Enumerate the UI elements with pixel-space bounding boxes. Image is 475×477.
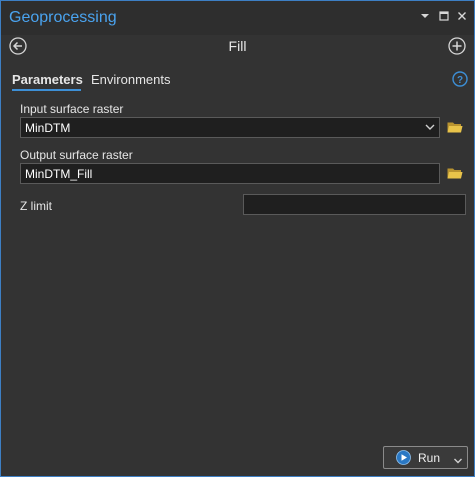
question-mark-icon[interactable]: ? xyxy=(452,71,468,87)
folder-icon[interactable] xyxy=(447,167,463,180)
z-limit-input[interactable] xyxy=(243,194,466,215)
input-surface-raster-value: MinDTM xyxy=(25,121,71,135)
z-limit-label: Z limit xyxy=(20,199,52,213)
svg-text:?: ? xyxy=(457,75,463,86)
title-bar: Geoprocessing xyxy=(1,1,474,35)
input-surface-raster-label: Input surface raster xyxy=(20,102,124,116)
tool-name: Fill xyxy=(228,38,247,54)
active-tab-indicator xyxy=(12,89,81,91)
maximize-icon[interactable] xyxy=(437,9,451,23)
close-icon[interactable] xyxy=(455,9,469,23)
chevron-down-icon[interactable] xyxy=(424,121,436,133)
chevron-down-icon[interactable] xyxy=(453,453,463,464)
output-surface-raster-value: MinDTM_Fill xyxy=(25,167,93,181)
tab-environments[interactable]: Environments xyxy=(91,72,170,87)
run-label: Run xyxy=(418,451,441,465)
pane-title: Geoprocessing xyxy=(9,9,117,26)
chevron-down-icon[interactable] xyxy=(418,9,432,23)
play-icon xyxy=(396,450,411,465)
input-surface-raster-dropdown[interactable]: MinDTM xyxy=(20,117,440,138)
geoprocessing-pane: Geoprocessing Fill Parameters Environmen… xyxy=(0,0,475,477)
plus-circle-icon[interactable] xyxy=(448,37,466,55)
run-button[interactable]: Run xyxy=(383,446,468,469)
folder-icon[interactable] xyxy=(447,121,463,134)
tool-header: Fill xyxy=(1,35,474,59)
output-surface-raster-label: Output surface raster xyxy=(20,148,133,162)
tab-parameters[interactable]: Parameters xyxy=(12,72,83,87)
output-surface-raster-input[interactable]: MinDTM_Fill xyxy=(20,163,440,184)
